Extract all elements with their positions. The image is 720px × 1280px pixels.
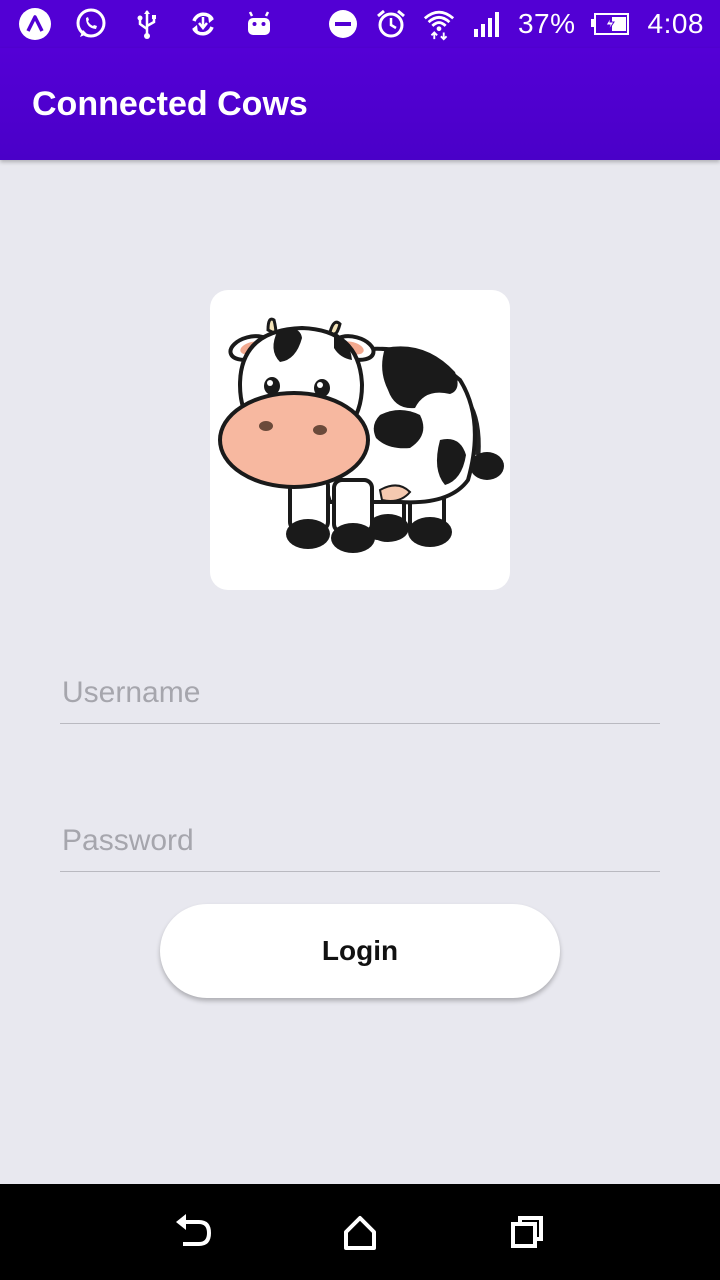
- signal-icon: [470, 7, 504, 41]
- clock: 4:08: [647, 8, 704, 39]
- battery-percent: 37%: [517, 8, 576, 39]
- password-input[interactable]: [60, 810, 660, 871]
- status-bar: 37% 4:08: [0, 0, 720, 48]
- password-field-container: [60, 810, 660, 872]
- logo-card: [210, 290, 510, 590]
- sync-icon: [186, 7, 220, 41]
- username-field-container: [60, 662, 660, 724]
- back-icon[interactable]: [163, 1202, 223, 1262]
- status-left: [18, 7, 298, 41]
- alarm-icon: [374, 7, 408, 41]
- cow-logo: [218, 317, 504, 553]
- home-icon[interactable]: [330, 1202, 390, 1262]
- battery-charging-icon: [590, 7, 630, 41]
- whatsapp-icon: [74, 7, 108, 41]
- app-bar: Connected Cows: [0, 48, 720, 160]
- status-right: 37% 4:08: [312, 7, 704, 41]
- login-button[interactable]: Login: [160, 904, 560, 998]
- android-icon: [242, 7, 276, 41]
- username-input[interactable]: [60, 662, 660, 723]
- app-title: Connected Cows: [32, 84, 308, 123]
- wifi-icon: [422, 7, 456, 41]
- recents-icon[interactable]: [497, 1202, 557, 1262]
- navigation-bar: [0, 1184, 720, 1280]
- usb-icon: [130, 7, 164, 41]
- do-not-disturb-icon: [326, 7, 360, 41]
- app-a-icon: [18, 7, 52, 41]
